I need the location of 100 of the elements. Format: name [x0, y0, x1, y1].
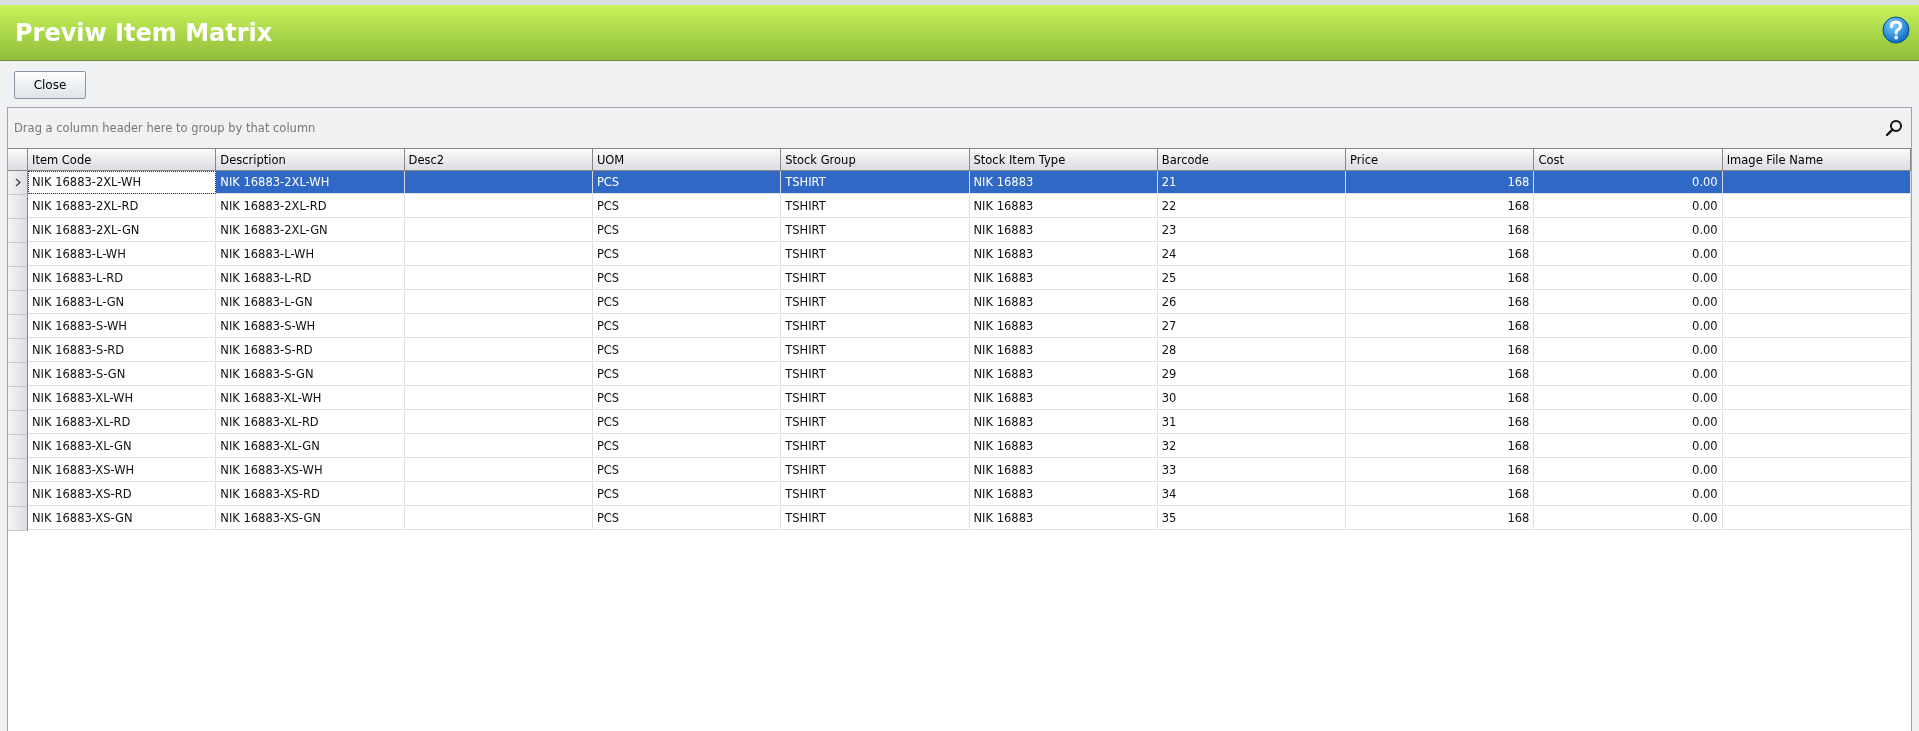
table-cell: PCS: [592, 219, 782, 242]
table-cell: 33: [1157, 459, 1347, 482]
search-icon[interactable]: [1885, 119, 1903, 137]
table-cell: 21: [1157, 171, 1347, 194]
table-cell: NIK 16883-XS-WH: [28, 459, 217, 482]
table-cell: NIK 16883-XS-WH: [216, 459, 405, 482]
table-cell: NIK 16883-S-GN: [28, 363, 217, 386]
table-cell: 0.00: [1534, 243, 1723, 266]
table-cell: PCS: [592, 483, 782, 506]
row-indicator[interactable]: [8, 291, 28, 315]
row-indicator[interactable]: [8, 507, 28, 531]
table-cell: NIK 16883: [969, 171, 1158, 194]
table-cell: 0.00: [1534, 291, 1723, 314]
table-cell: NIK 16883-XS-GN: [216, 507, 405, 530]
table-cell: NIK 16883-XS-RD: [28, 483, 217, 506]
row-indicator[interactable]: [8, 387, 28, 411]
table-cell: TSHIRT: [781, 339, 970, 362]
row-indicator[interactable]: [8, 243, 28, 267]
table-cell: 23: [1157, 219, 1347, 242]
table-cell: 34: [1157, 483, 1347, 506]
table-cell: 168: [1346, 315, 1535, 338]
table-cell: 168: [1346, 363, 1535, 386]
table-cell: TSHIRT: [781, 363, 970, 386]
column-header[interactable]: Desc2: [404, 148, 593, 171]
table-cell: TSHIRT: [781, 411, 970, 434]
table-cell: NIK 16883: [969, 339, 1158, 362]
column-header[interactable]: Cost: [1534, 148, 1723, 171]
table-cell: NIK 16883-XS-GN: [28, 507, 217, 530]
close-button[interactable]: Close: [14, 71, 86, 99]
table-cell: TSHIRT: [781, 435, 970, 458]
row-indicator[interactable]: [8, 459, 28, 483]
table-cell: TSHIRT: [781, 483, 970, 506]
column-header[interactable]: Item Code: [28, 148, 217, 171]
table-cell: TSHIRT: [781, 171, 970, 194]
table-cell: NIK 16883: [969, 195, 1158, 218]
table-cell: 0.00: [1534, 435, 1723, 458]
column-header[interactable]: Stock Item Type: [969, 148, 1158, 171]
table-cell: NIK 16883: [969, 435, 1158, 458]
table-cell: 0.00: [1534, 339, 1723, 362]
table-cell: 168: [1346, 171, 1535, 194]
table-cell: TSHIRT: [781, 219, 970, 242]
table-cell: NIK 16883-2XL-WH: [216, 171, 405, 194]
table-cell: 0.00: [1534, 507, 1723, 530]
column-header[interactable]: Barcode: [1157, 148, 1347, 171]
column-header[interactable]: UOM: [592, 148, 782, 171]
table-cell: PCS: [592, 459, 782, 482]
table-cell: TSHIRT: [781, 387, 970, 410]
table-cell: 25: [1157, 267, 1347, 290]
table-cell: 0.00: [1534, 483, 1723, 506]
table-cell: NIK 16883-2XL-GN: [28, 219, 217, 242]
table-cell: NIK 16883-2XL-RD: [216, 195, 405, 218]
table-cell: NIK 16883: [969, 483, 1158, 506]
table-cell: 0.00: [1534, 195, 1723, 218]
table-cell: NIK 16883: [969, 267, 1158, 290]
table-cell: NIK 16883-2XL-RD: [28, 195, 217, 218]
column-header[interactable]: Image File Name: [1722, 148, 1911, 171]
table-cell: PCS: [592, 387, 782, 410]
table-cell: 30: [1157, 387, 1347, 410]
row-indicator[interactable]: [8, 219, 28, 243]
table-cell: NIK 16883-S-WH: [216, 315, 405, 338]
table-cell: NIK 16883-XL-GN: [28, 435, 217, 458]
table-cell: NIK 16883: [969, 291, 1158, 314]
table-cell: 32: [1157, 435, 1347, 458]
row-indicator[interactable]: [8, 411, 28, 435]
table-cell: 168: [1346, 291, 1535, 314]
column-header[interactable]: Price: [1346, 148, 1535, 171]
table-cell: 27: [1157, 315, 1347, 338]
table-cell: 26: [1157, 291, 1347, 314]
table-cell: 28: [1157, 339, 1347, 362]
table-cell: TSHIRT: [781, 195, 970, 218]
table-cell: TSHIRT: [781, 507, 970, 530]
table-cell: NIK 16883: [969, 387, 1158, 410]
row-indicator[interactable]: [8, 339, 28, 363]
column-header[interactable]: Description: [216, 148, 405, 171]
table-cell: PCS: [592, 507, 782, 530]
column-header[interactable]: Stock Group: [781, 148, 970, 171]
row-indicator[interactable]: [8, 435, 28, 459]
header-corner: [8, 148, 28, 171]
row-indicator[interactable]: [8, 483, 28, 507]
row-indicator[interactable]: [8, 171, 28, 195]
table-cell: 0.00: [1534, 363, 1723, 386]
table-cell: PCS: [592, 363, 782, 386]
row-indicator[interactable]: [8, 195, 28, 219]
table-cell: 0.00: [1534, 171, 1723, 194]
table-cell: NIK 16883-XL-GN: [216, 435, 405, 458]
row-indicator[interactable]: [8, 315, 28, 339]
help-icon[interactable]: [1881, 14, 1911, 45]
table-cell: 168: [1346, 411, 1535, 434]
row-indicator[interactable]: [8, 363, 28, 387]
table-cell: NIK 16883: [969, 411, 1158, 434]
table-cell: 168: [1346, 243, 1535, 266]
row-indicator[interactable]: [8, 267, 28, 291]
table-cell: 22: [1157, 195, 1347, 218]
table-cell: NIK 16883: [969, 507, 1158, 530]
group-panel-hint: Drag a column header here to group by that column: [14, 121, 316, 135]
table-cell: 168: [1346, 435, 1535, 458]
table-cell: 168: [1346, 483, 1535, 506]
table-cell: 168: [1346, 219, 1535, 242]
table-cell: NIK 16883-S-RD: [216, 339, 405, 362]
table-cell: PCS: [592, 339, 782, 362]
